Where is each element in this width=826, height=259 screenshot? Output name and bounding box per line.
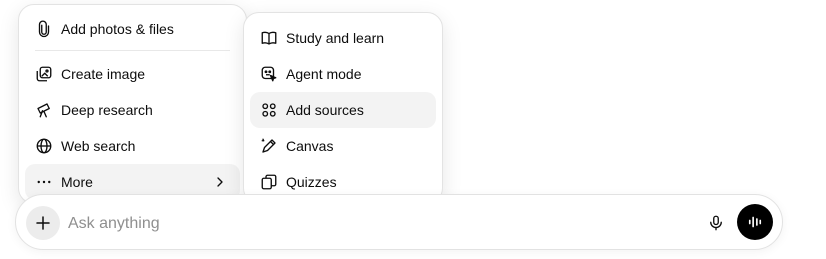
menu-item-label: Deep research (61, 102, 153, 118)
pen-icon (260, 137, 278, 155)
prompt-input[interactable] (68, 212, 668, 236)
menu-item-label: Add photos & files (61, 21, 174, 37)
microphone-icon (707, 214, 725, 232)
menu-item-web-search[interactable]: Web search (25, 128, 240, 164)
voice-waveform-icon (746, 213, 764, 231)
attach-menu: Add photos & files Create image Deep res… (18, 4, 247, 204)
submenu-item-canvas[interactable]: Canvas (250, 128, 436, 164)
image-icon (35, 65, 53, 83)
chevron-right-icon (212, 174, 228, 190)
submenu-item-label: Quizzes (286, 174, 337, 190)
stage: Add photos & files Create image Deep res… (0, 0, 826, 259)
submenu-item-label: Canvas (286, 138, 334, 154)
telescope-icon (35, 101, 53, 119)
dictate-button[interactable] (702, 209, 730, 237)
menu-item-label: Create image (61, 66, 146, 82)
submenu-item-add-sources[interactable]: Add sources (250, 92, 436, 128)
ellipsis-icon (35, 173, 53, 191)
submenu-item-agent-mode[interactable]: Agent mode (250, 56, 436, 92)
cards-icon (260, 173, 278, 191)
submenu-item-label: Agent mode (286, 66, 362, 82)
agent-icon (260, 65, 278, 83)
voice-mode-button[interactable] (737, 204, 773, 240)
plus-icon (34, 214, 52, 232)
more-submenu: Study and learn Agent mode Add sources C… (243, 12, 443, 204)
book-icon (260, 29, 278, 47)
globe-icon (35, 137, 53, 155)
menu-item-deep-research[interactable]: Deep research (25, 92, 240, 128)
menu-divider (35, 50, 230, 51)
menu-item-label: Web search (61, 138, 136, 154)
attach-plus-button[interactable] (26, 206, 60, 240)
submenu-item-study-and-learn[interactable]: Study and learn (250, 20, 436, 56)
menu-item-add-photos-files[interactable]: Add photos & files (25, 11, 240, 47)
menu-item-create-image[interactable]: Create image (25, 56, 240, 92)
submenu-item-label: Add sources (286, 102, 364, 118)
menu-item-label: More (61, 174, 93, 190)
paperclip-icon (35, 20, 53, 38)
sources-icon (260, 101, 278, 119)
chat-composer (15, 194, 783, 250)
submenu-item-label: Study and learn (286, 30, 385, 46)
